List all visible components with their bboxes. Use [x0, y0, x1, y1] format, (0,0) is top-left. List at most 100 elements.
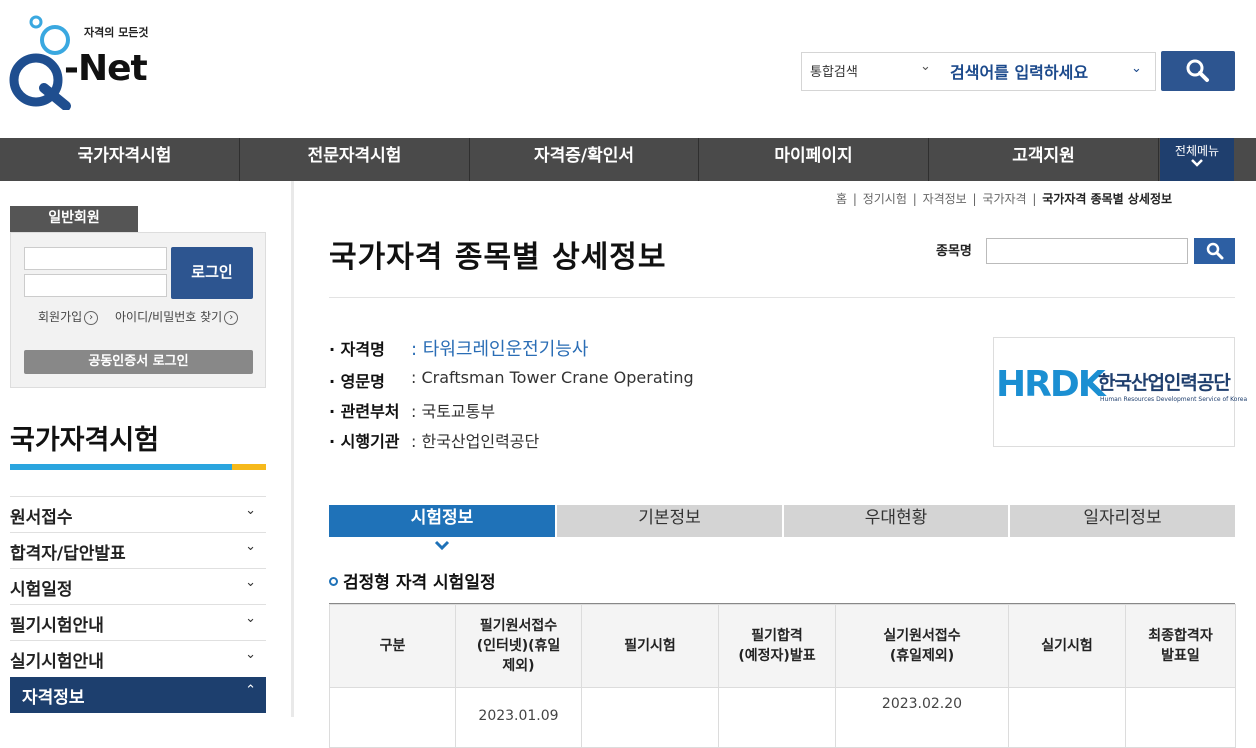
agency-name-en: Human Resources Development Service of K…	[1100, 396, 1248, 403]
sidebar-title-bar	[10, 464, 266, 470]
password-field[interactable]	[24, 274, 167, 297]
breadcrumb-home[interactable]: 홈	[836, 192, 847, 206]
sidebar-item-label: 자격정보	[22, 688, 85, 708]
tab-job-info[interactable]: 일자리정보	[1010, 505, 1235, 537]
table-cell	[581, 687, 719, 748]
sidebar-item-label: 실기시험안내	[10, 652, 104, 672]
info-key: · 영문명	[329, 372, 385, 391]
tab-preference[interactable]: 우대현황	[784, 505, 1010, 537]
search-scope-select[interactable]: 통합검색	[810, 61, 858, 80]
global-search: 통합검색 ⌄ 검색어를 입력하세요 ⌄	[801, 52, 1156, 91]
table-header-row: 구분 필기원서접수 (인터넷)(휴일 제외) 필기시험 필기합격 (예정자)발표…	[329, 604, 1236, 688]
sidebar-item-schedule[interactable]: 시험일정 ⌄	[10, 568, 266, 604]
logo-word: -Net	[64, 48, 148, 89]
login-button[interactable]: 로그인	[171, 247, 253, 299]
sidebar-item-label: 원서접수	[10, 508, 73, 528]
sidebar-item-label: 시험일정	[10, 580, 73, 600]
breadcrumb-item[interactable]: 정기시험	[863, 192, 907, 206]
table-cell	[329, 687, 456, 748]
item-search-button[interactable]	[1194, 238, 1235, 264]
item-search-label: 종목명	[936, 244, 972, 259]
sidebar-item-practical-exam[interactable]: 실기시험안내 ⌄	[10, 640, 266, 676]
section-title-text: 검정형 자격 시험일정	[343, 573, 496, 593]
chevron-down-icon: ⌄	[245, 539, 256, 554]
table-cell: 2023.01.09	[455, 687, 582, 748]
find-link-label: 아이디/비밀번호 찾기	[115, 310, 223, 324]
column-header: 구분	[329, 604, 456, 688]
table-cell	[718, 687, 836, 748]
chevron-down-icon: ⌄	[245, 575, 256, 590]
all-menu-button[interactable]: 전체메뉴	[1160, 138, 1234, 181]
info-value: : 한국산업인력공단	[411, 432, 540, 451]
chevron-down-icon: ⌄	[920, 59, 931, 74]
qualification-name-link[interactable]: : 타워크레인운전기능사	[411, 335, 588, 361]
table-cell	[1008, 687, 1126, 748]
page-title: 국가자격 종목별 상세정보	[329, 240, 667, 275]
sidebar-item-label: 필기시험안내	[10, 616, 104, 636]
header: 자격의 모든것 -Net 통합검색 ⌄ 검색어를 입력하세요 ⌄	[0, 0, 1256, 138]
search-button[interactable]	[1161, 51, 1235, 91]
id-field[interactable]	[24, 247, 167, 270]
column-header: 실기시험	[1008, 604, 1126, 688]
column-header: 필기시험	[581, 604, 719, 688]
arrow-right-icon: ›	[224, 310, 239, 325]
sidebar-item-results[interactable]: 합격자/답안발표 ⌄	[10, 532, 266, 568]
member-tab[interactable]: 일반회원	[10, 206, 138, 232]
login-box: 로그인 회원가입 › 아이디/비밀번호 찾기 › 공동인증서 로그인	[10, 232, 266, 388]
title-divider	[329, 297, 1235, 298]
sidebar-divider	[291, 181, 294, 717]
qnet-logo[interactable]: 자격의 모든것 -Net	[8, 14, 158, 110]
tab-exam-info[interactable]: 시험정보	[329, 505, 557, 537]
info-key: · 관련부처	[329, 402, 400, 421]
chevron-down-icon	[433, 539, 451, 555]
item-search-input[interactable]	[986, 238, 1188, 264]
chevron-down-icon: ⌄	[1131, 61, 1142, 76]
info-key: · 시행기관	[329, 432, 400, 451]
chevron-up-icon: ⌃	[245, 683, 256, 698]
cert-login-button[interactable]: 공동인증서 로그인	[24, 350, 253, 374]
search-input[interactable]: 검색어를 입력하세요	[950, 59, 1088, 83]
nav-certificate[interactable]: 자격증/확인서	[470, 138, 699, 181]
nav-national-exam[interactable]: 국가자격시험	[10, 138, 240, 181]
hrdk-logo: HRDK	[996, 364, 1106, 405]
agency-logo-box: HRDK 한국산업인력공단 Human Resources Developmen…	[993, 337, 1247, 447]
sidebar-item-application[interactable]: 원서접수 ⌄	[10, 496, 266, 532]
section-title: 검정형 자격 시험일정	[329, 568, 496, 593]
title-bar-accent	[232, 464, 266, 470]
all-menu-label: 전체메뉴	[1174, 144, 1220, 158]
find-account-link[interactable]: 아이디/비밀번호 찾기 ›	[115, 308, 239, 325]
table-row: 2023.01.09 2023.02.20	[329, 687, 1236, 748]
join-link-label: 회원가입	[38, 310, 83, 324]
column-header: 실기원서접수 (휴일제외)	[835, 604, 1009, 688]
search-icon	[1206, 242, 1224, 260]
bullet-circle-icon	[329, 577, 338, 586]
column-header: 필기원서접수 (인터넷)(휴일 제외)	[455, 604, 582, 688]
exam-schedule-table: 구분 필기원서접수 (인터넷)(휴일 제외) 필기시험 필기합격 (예정자)발표…	[329, 604, 1236, 748]
breadcrumb: 홈 | 정기시험 | 자격정보 | 국가자격 | 국가자격 종목별 상세정보	[836, 192, 1173, 206]
column-header: 최종합격자 발표일	[1125, 604, 1236, 688]
search-icon	[1186, 59, 1209, 82]
nav-mypage[interactable]: 마이페이지	[699, 138, 929, 181]
tab-basic-info[interactable]: 기본정보	[557, 505, 784, 537]
info-value: : Craftsman Tower Crane Operating	[411, 368, 694, 387]
sidebar-item-written-exam[interactable]: 필기시험안내 ⌄	[10, 604, 266, 640]
breadcrumb-current: 국가자격 종목별 상세정보	[1042, 192, 1173, 206]
agency-name-ko: 한국산업인력공단	[1098, 372, 1231, 394]
logo-tagline: 자격의 모든것	[84, 26, 149, 39]
column-header: 필기합격 (예정자)발표	[718, 604, 836, 688]
sidebar-item-qualification-info[interactable]: 자격정보 ⌃	[10, 677, 266, 713]
chevron-down-icon: ⌄	[245, 503, 256, 518]
join-link[interactable]: 회원가입 ›	[38, 308, 99, 325]
info-value: : 국토교통부	[411, 402, 496, 421]
chevron-down-icon: ⌄	[245, 647, 256, 662]
nav-support[interactable]: 고객지원	[929, 138, 1159, 181]
chevron-down-icon	[1160, 157, 1234, 171]
breadcrumb-item[interactable]: 자격정보	[923, 192, 967, 206]
breadcrumb-item[interactable]: 국가자격	[982, 192, 1026, 206]
sidebar-section-title: 국가자격시험	[10, 425, 160, 456]
chevron-down-icon: ⌄	[245, 611, 256, 626]
table-cell	[1125, 687, 1236, 748]
main-nav: 국가자격시험 전문자격시험 자격증/확인서 마이페이지 고객지원 전체메뉴	[0, 138, 1256, 181]
arrow-right-icon: ›	[84, 310, 99, 325]
nav-professional-exam[interactable]: 전문자격시험	[240, 138, 470, 181]
